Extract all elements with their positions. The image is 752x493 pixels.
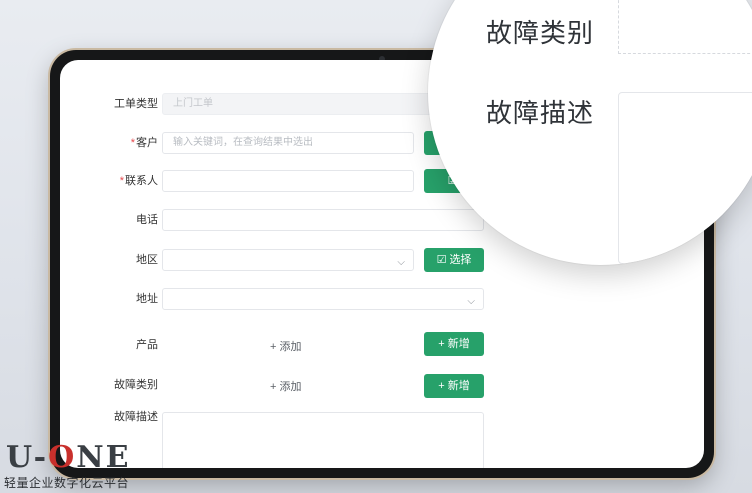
contact-input[interactable] bbox=[162, 170, 414, 192]
fault-description-textarea[interactable] bbox=[162, 412, 484, 468]
phone-input[interactable] bbox=[162, 209, 484, 231]
fault-category-add-link[interactable]: + 添加 bbox=[270, 378, 301, 394]
contact-label: *联系人 bbox=[88, 174, 158, 188]
brand-wordmark: U-ONE bbox=[6, 440, 131, 475]
required-mark: * bbox=[130, 137, 135, 149]
address-select[interactable]: ⌵ bbox=[162, 288, 484, 310]
fault-category-label: 故障类别 bbox=[114, 379, 158, 391]
chevron-down-icon: ⌵ bbox=[397, 257, 405, 268]
brand-prefix: U- bbox=[6, 440, 49, 475]
brand-tagline: 轻量企业数字化云平台 bbox=[4, 476, 130, 490]
product-new-button[interactable]: + 新增 bbox=[424, 332, 484, 356]
product-label: 产品 bbox=[136, 339, 158, 351]
fault-category-new-button[interactable]: + 新增 bbox=[424, 374, 484, 398]
magnifier-dashed-box bbox=[618, 0, 752, 54]
fault-description-label: 故障描述 bbox=[114, 411, 158, 423]
customer-input[interactable]: 输入关键词，在查询结果中选出 bbox=[162, 132, 414, 154]
customer-label: *客户 bbox=[88, 136, 158, 150]
magnifier-textarea bbox=[618, 92, 752, 264]
region-select[interactable]: ⌵ bbox=[162, 249, 414, 271]
order-type-value: 上门工单 bbox=[173, 98, 213, 109]
brand-suffix: NE bbox=[76, 440, 131, 475]
customer-label-text: 客户 bbox=[136, 137, 158, 149]
region-label: 地区 bbox=[136, 254, 158, 266]
region-select-button-label: 选择 bbox=[449, 254, 472, 266]
magnifier-fault-category-label: 故障类别 bbox=[486, 18, 595, 48]
check-square-icon: ☑ bbox=[436, 254, 447, 266]
contact-label-text: 联系人 bbox=[125, 175, 158, 187]
phone-label: 电话 bbox=[136, 214, 158, 226]
required-mark: * bbox=[119, 175, 124, 187]
order-type-label: 工单类型 bbox=[114, 98, 158, 110]
magnifier-fault-description-label: 故障描述 bbox=[486, 98, 595, 128]
region-select-button[interactable]: ☑ 选择 bbox=[424, 248, 484, 272]
customer-placeholder: 输入关键词，在查询结果中选出 bbox=[173, 137, 313, 148]
product-add-link[interactable]: + 添加 bbox=[270, 338, 301, 354]
brand-logo: U-ONE 轻量企业数字化云平台 bbox=[4, 440, 164, 492]
chevron-down-icon: ⌵ bbox=[467, 296, 475, 307]
address-label: 地址 bbox=[136, 293, 158, 305]
brand-o: O bbox=[48, 440, 77, 475]
